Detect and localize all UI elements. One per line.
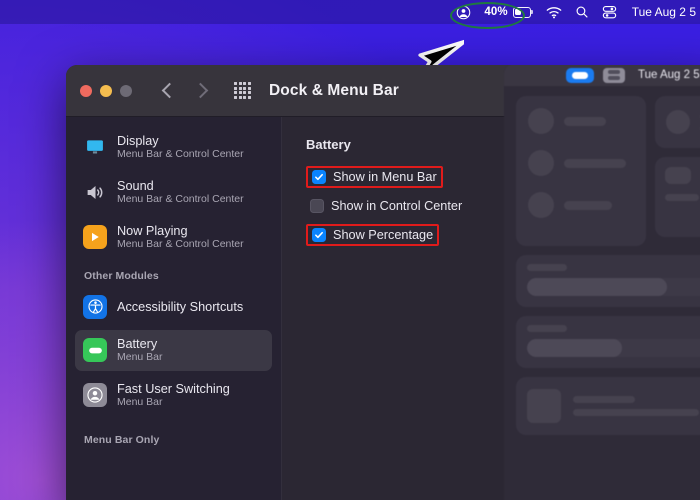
sidebar-item-label: Battery: [117, 337, 163, 351]
checkbox-unchecked-icon[interactable]: [310, 199, 324, 213]
traffic-lights: [80, 85, 132, 97]
checkbox-label: Show in Control Center: [331, 199, 462, 213]
back-chevron-icon[interactable]: [162, 83, 178, 99]
system-preferences-window: Dock & Menu Bar Search Display: [66, 65, 700, 500]
now-playing-icon: [83, 225, 107, 249]
battery-module-icon: [83, 338, 107, 362]
sidebar-item-label: Display: [117, 134, 244, 148]
system-menu-bar: 40% Tue Aug 2 5: [0, 0, 700, 24]
menu-bar-battery-status[interactable]: 40%: [484, 6, 532, 18]
sidebar-item-sublabel: Menu Bar & Control Center: [117, 194, 244, 206]
preview-slider-card: [516, 255, 700, 307]
sidebar-item-display[interactable]: Display Menu Bar & Control Center: [75, 127, 272, 168]
menu-bar-preview: Tue Aug 2 5:15 P: [504, 65, 700, 500]
section-heading: Battery: [306, 137, 700, 152]
sidebar-item-fast-user-switching[interactable]: Fast User Switching Menu Bar: [75, 375, 272, 416]
page-title: Dock & Menu Bar: [269, 82, 399, 100]
sidebar-item-label: Accessibility Shortcuts: [117, 300, 243, 314]
sidebar-item-label: Now Playing: [117, 224, 244, 238]
checkbox-label: Show in Menu Bar: [333, 170, 437, 184]
sidebar-item-sublabel: Menu Bar: [117, 397, 230, 409]
menu-bar-clock[interactable]: Tue Aug 2 5: [632, 5, 696, 19]
show-all-icon[interactable]: [234, 82, 251, 99]
accessibility-icon: [83, 295, 107, 319]
display-icon: [83, 135, 107, 159]
sidebar-item-sublabel: Menu Bar & Control Center: [117, 149, 244, 161]
user-account-icon[interactable]: [456, 5, 471, 20]
sidebar-item-label: Sound: [117, 179, 244, 193]
sidebar: Display Menu Bar & Control Center Sound …: [66, 117, 282, 500]
navigation-buttons: [164, 85, 206, 96]
sidebar-item-sublabel: Menu Bar & Control Center: [117, 239, 244, 251]
sidebar-item-sublabel: Menu Bar: [117, 352, 163, 364]
battery-percent-label: 40%: [484, 6, 507, 18]
minimize-button[interactable]: [100, 85, 112, 97]
sound-icon: [83, 180, 107, 204]
forward-chevron-icon[interactable]: [193, 83, 209, 99]
checkbox-row-show-in-menu-bar[interactable]: Show in Menu Bar: [306, 166, 443, 188]
search-icon[interactable]: [575, 5, 589, 19]
sidebar-item-label: Fast User Switching: [117, 382, 230, 396]
battery-preview-icon: [566, 68, 594, 83]
checkbox-row-show-in-control-center[interactable]: Show in Control Center: [306, 197, 466, 215]
close-button[interactable]: [80, 85, 92, 97]
sidebar-group-menu-bar-only: Menu Bar Only: [75, 420, 272, 452]
sidebar-item-accessibility-shortcuts[interactable]: Accessibility Shortcuts: [75, 288, 272, 326]
preview-slider-card: [516, 316, 700, 368]
preview-menu-bar: Tue Aug 2 5:15 P: [504, 65, 700, 86]
checkbox-label: Show Percentage: [333, 228, 433, 242]
content-pane: Tue Aug 2 5:15 P: [282, 117, 700, 500]
fast-user-switching-icon: [83, 383, 107, 407]
zoom-button[interactable]: [120, 85, 132, 97]
control-center-preview-icon: [603, 68, 625, 83]
sidebar-item-battery[interactable]: Battery Menu Bar: [75, 330, 272, 371]
wifi-icon[interactable]: [546, 6, 562, 19]
sidebar-group-other-modules: Other Modules: [75, 262, 272, 288]
control-center-icon[interactable]: [602, 5, 617, 19]
sidebar-item-now-playing[interactable]: Now Playing Menu Bar & Control Center: [75, 217, 272, 258]
checkbox-row-show-percentage[interactable]: Show Percentage: [306, 224, 439, 246]
preview-media-card: [516, 377, 700, 435]
checkbox-checked-icon[interactable]: [312, 170, 326, 184]
checkbox-checked-icon[interactable]: [312, 228, 326, 242]
sidebar-item-sound[interactable]: Sound Menu Bar & Control Center: [75, 172, 272, 213]
preview-clock: Tue Aug 2 5:15 P: [638, 69, 700, 81]
battery-icon: [513, 7, 533, 18]
window-body: Display Menu Bar & Control Center Sound …: [66, 117, 700, 500]
